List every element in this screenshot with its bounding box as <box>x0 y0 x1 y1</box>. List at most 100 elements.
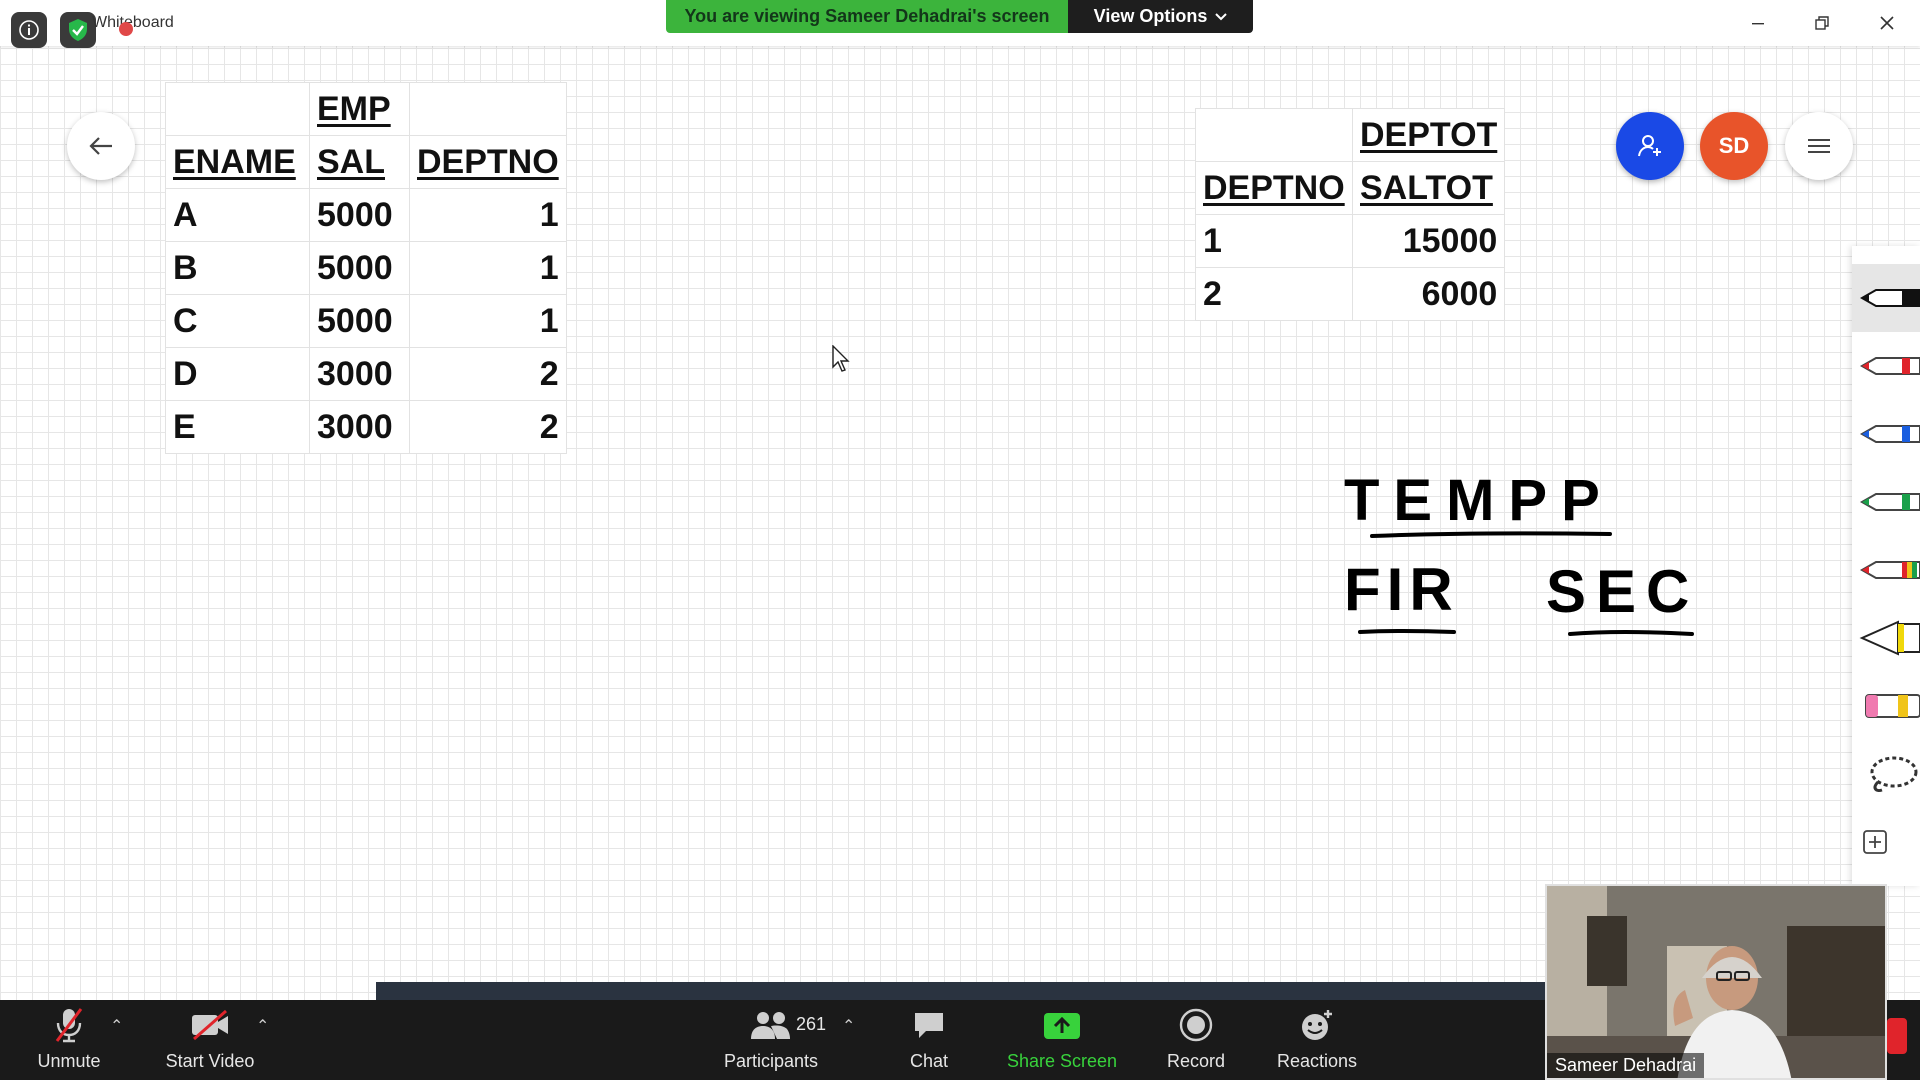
red-pen-icon <box>1859 357 1920 375</box>
back-button[interactable] <box>67 112 135 180</box>
table-cell: 1 <box>409 188 567 242</box>
emp-table: EMP ENAME SAL DEPTNO A 5000 1 B 5000 1 C… <box>165 82 567 454</box>
blue-pen-tool[interactable] <box>1852 400 1920 468</box>
view-options-label: View Options <box>1093 6 1208 26</box>
mouse-pointer-icon <box>832 345 850 372</box>
share-screen-icon <box>1042 1005 1082 1045</box>
table-cell: 15000 <box>1351 214 1506 268</box>
close-button[interactable] <box>1867 8 1907 38</box>
lasso-icon <box>1870 756 1918 792</box>
participant-video-thumbnail[interactable]: Sameer Dehadrai <box>1545 884 1887 1080</box>
restore-icon <box>1815 16 1829 30</box>
hamburger-menu-icon <box>1808 139 1830 153</box>
black-pen-icon <box>1859 289 1920 307</box>
whiteboard-tool-palette <box>1852 246 1920 886</box>
handwritten-fir: FIR <box>1344 556 1459 623</box>
handwritten-tempp: TEMPP <box>1344 468 1614 533</box>
menu-button[interactable] <box>1785 112 1853 180</box>
chat-bubble-icon <box>912 1005 946 1045</box>
column-header: DEPTNO <box>1195 161 1353 215</box>
lasso-tool[interactable] <box>1852 740 1920 808</box>
chat-button[interactable]: Chat <box>898 1000 960 1080</box>
view-options-button[interactable]: View Options <box>1068 0 1253 33</box>
add-tool-button[interactable] <box>1852 808 1920 876</box>
red-pen-tool[interactable] <box>1852 332 1920 400</box>
meeting-info-icon[interactable] <box>11 12 47 48</box>
table-row: 2 6000 <box>1195 267 1506 321</box>
screen-share-banner: You are viewing Sameer Dehadrai's screen… <box>666 0 1253 33</box>
table-cell: E <box>165 400 310 454</box>
table-cell: A <box>165 188 310 242</box>
column-header: SALTOT <box>1351 161 1506 215</box>
participant-count: 261 <box>796 1014 827 1034</box>
table-title: DEPTOT <box>1351 108 1506 162</box>
table-cell: D <box>165 347 310 401</box>
table-row: 1 15000 <box>1195 214 1506 268</box>
unmute-button[interactable]: Unmute <box>28 1000 110 1080</box>
restore-button[interactable] <box>1802 8 1842 38</box>
participants-label: Participants <box>723 1051 819 1071</box>
title-bar: Whiteboard You are viewing Sameer Dehadr… <box>0 0 1920 48</box>
eraser-tool[interactable] <box>1852 672 1920 740</box>
participants-icon <box>749 1005 793 1045</box>
unmute-label: Unmute <box>37 1051 101 1071</box>
video-options-caret-icon[interactable]: ⌃ <box>256 1016 269 1036</box>
record-icon <box>1179 1005 1213 1045</box>
video-feed-image <box>1547 886 1885 1078</box>
multicolor-pen-tool[interactable] <box>1852 536 1920 604</box>
table-cell: B <box>165 241 310 295</box>
table-title-row: DEPTOT <box>1195 108 1506 162</box>
muted-microphone-icon <box>53 1005 85 1045</box>
multicolor-pen-icon <box>1859 561 1920 579</box>
table-header-row: DEPTNO SALTOT <box>1195 161 1506 215</box>
minimize-icon <box>1752 23 1764 25</box>
banner-text: You are viewing Sameer Dehadrai's screen <box>666 0 1068 33</box>
column-header: ENAME <box>165 135 310 189</box>
green-pen-icon <box>1859 493 1920 511</box>
table-row: D 3000 2 <box>165 347 567 401</box>
security-shield-icon[interactable] <box>60 12 96 48</box>
table-cell: 6000 <box>1351 267 1506 321</box>
table-title-row: EMP <box>165 82 567 136</box>
avatar-initials: SD <box>1718 133 1750 158</box>
horizontal-scrollbar[interactable] <box>376 982 1546 1000</box>
table-cell: 3000 <box>309 347 410 401</box>
chevron-down-icon <box>1215 12 1228 20</box>
table-cell: 1 <box>409 294 567 348</box>
participants-button[interactable]: Participants <box>718 1000 824 1080</box>
add-user-icon <box>1638 135 1661 157</box>
reactions-button[interactable]: Reactions <box>1272 1000 1362 1080</box>
minimize-button[interactable] <box>1738 8 1778 38</box>
add-user-button[interactable] <box>1616 112 1684 180</box>
table-cell: 1 <box>409 241 567 295</box>
table-cell: 3000 <box>309 400 410 454</box>
share-screen-label: Share Screen <box>1006 1051 1118 1071</box>
share-screen-button[interactable]: Share Screen <box>1002 1000 1122 1080</box>
reactions-smiley-icon <box>1299 1005 1335 1045</box>
start-video-button[interactable]: Start Video <box>158 1000 262 1080</box>
eraser-icon <box>1865 694 1920 718</box>
reactions-label: Reactions <box>1276 1051 1358 1071</box>
record-button[interactable]: Record <box>1160 1000 1232 1080</box>
side-indicator <box>1887 1018 1907 1054</box>
highlighter-tool[interactable] <box>1852 604 1920 672</box>
start-video-label: Start Video <box>165 1051 255 1071</box>
table-row: E 3000 2 <box>165 400 567 454</box>
close-icon <box>1880 16 1894 30</box>
blue-pen-icon <box>1859 425 1920 443</box>
chat-label: Chat <box>909 1051 949 1071</box>
avatar[interactable]: SD <box>1700 112 1768 180</box>
record-label: Record <box>1166 1051 1226 1071</box>
table-row: C 5000 1 <box>165 294 567 348</box>
recording-dot-icon <box>119 22 133 36</box>
handwritten-annotation: TEMPP FIR SEC <box>1344 468 1694 636</box>
table-cell: 5000 <box>309 294 410 348</box>
audio-options-caret-icon[interactable]: ⌃ <box>110 1016 123 1036</box>
highlighter-icon <box>1859 620 1920 656</box>
table-cell: C <box>165 294 310 348</box>
participants-caret-icon[interactable]: ⌃ <box>842 1016 855 1036</box>
arrow-left-icon <box>89 137 112 155</box>
deptot-table: DEPTOT DEPTNO SALTOT 1 15000 2 6000 <box>1195 108 1506 321</box>
black-pen-tool[interactable] <box>1852 264 1920 332</box>
green-pen-tool[interactable] <box>1852 468 1920 536</box>
